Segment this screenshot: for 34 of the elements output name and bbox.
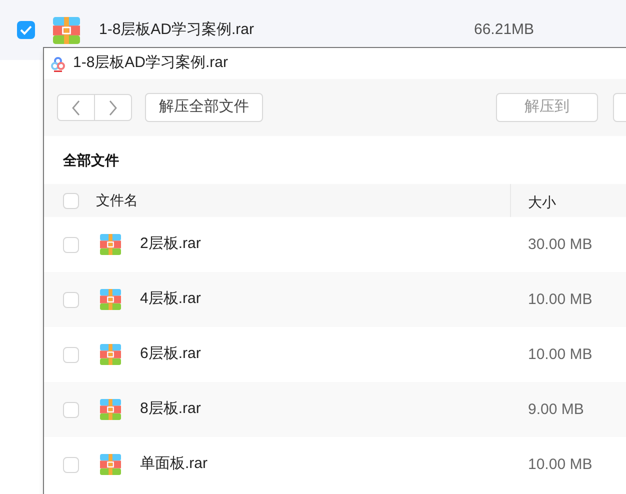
file-name: 1-8层板AD学习案例.rar: [99, 20, 254, 40]
file-size: 9.00 MB: [528, 400, 584, 420]
column-header: 文件名: [96, 191, 138, 210]
file-size: 10.00 MB: [528, 345, 592, 365]
archive-icon: [100, 344, 121, 365]
extract-all-button[interactable]: 解压全部文件: [145, 93, 263, 122]
file-name: 8层板.rar: [140, 399, 201, 420]
logo-icon: [50, 56, 66, 72]
chevron-right-icon: [108, 100, 118, 116]
checkbox[interactable]: [63, 292, 79, 308]
column-header: 大小: [528, 193, 556, 212]
checkbox[interactable]: [17, 21, 35, 39]
archive-icon: [100, 454, 121, 475]
file-size: 66.21MB: [474, 20, 534, 40]
file-name: 6层板.rar: [140, 344, 201, 364]
checkbox[interactable]: [63, 346, 79, 362]
archive-icon: [53, 16, 80, 44]
file-size: 30.00 MB: [528, 235, 592, 255]
section-title: 全部文件: [63, 150, 119, 170]
file-name: 2层板.rar: [140, 234, 201, 254]
window-title: 1-8层板AD学习案例.rar: [73, 53, 228, 74]
checkbox[interactable]: [63, 456, 79, 472]
file-size: 10.00 MB: [528, 290, 592, 310]
archive-icon: [100, 289, 121, 310]
archive-icon: [100, 399, 121, 420]
chevron-left-icon: [71, 100, 81, 116]
file-size: 10.00 MB: [528, 455, 592, 475]
file-name: 4层板.rar: [140, 289, 201, 310]
checkbox[interactable]: [63, 402, 79, 418]
file-name: 单面板.rar: [140, 454, 208, 474]
checkbox[interactable]: [63, 236, 79, 252]
archive-icon: [100, 234, 121, 255]
checkbox[interactable]: [63, 192, 79, 208]
check-icon: [20, 25, 32, 35]
